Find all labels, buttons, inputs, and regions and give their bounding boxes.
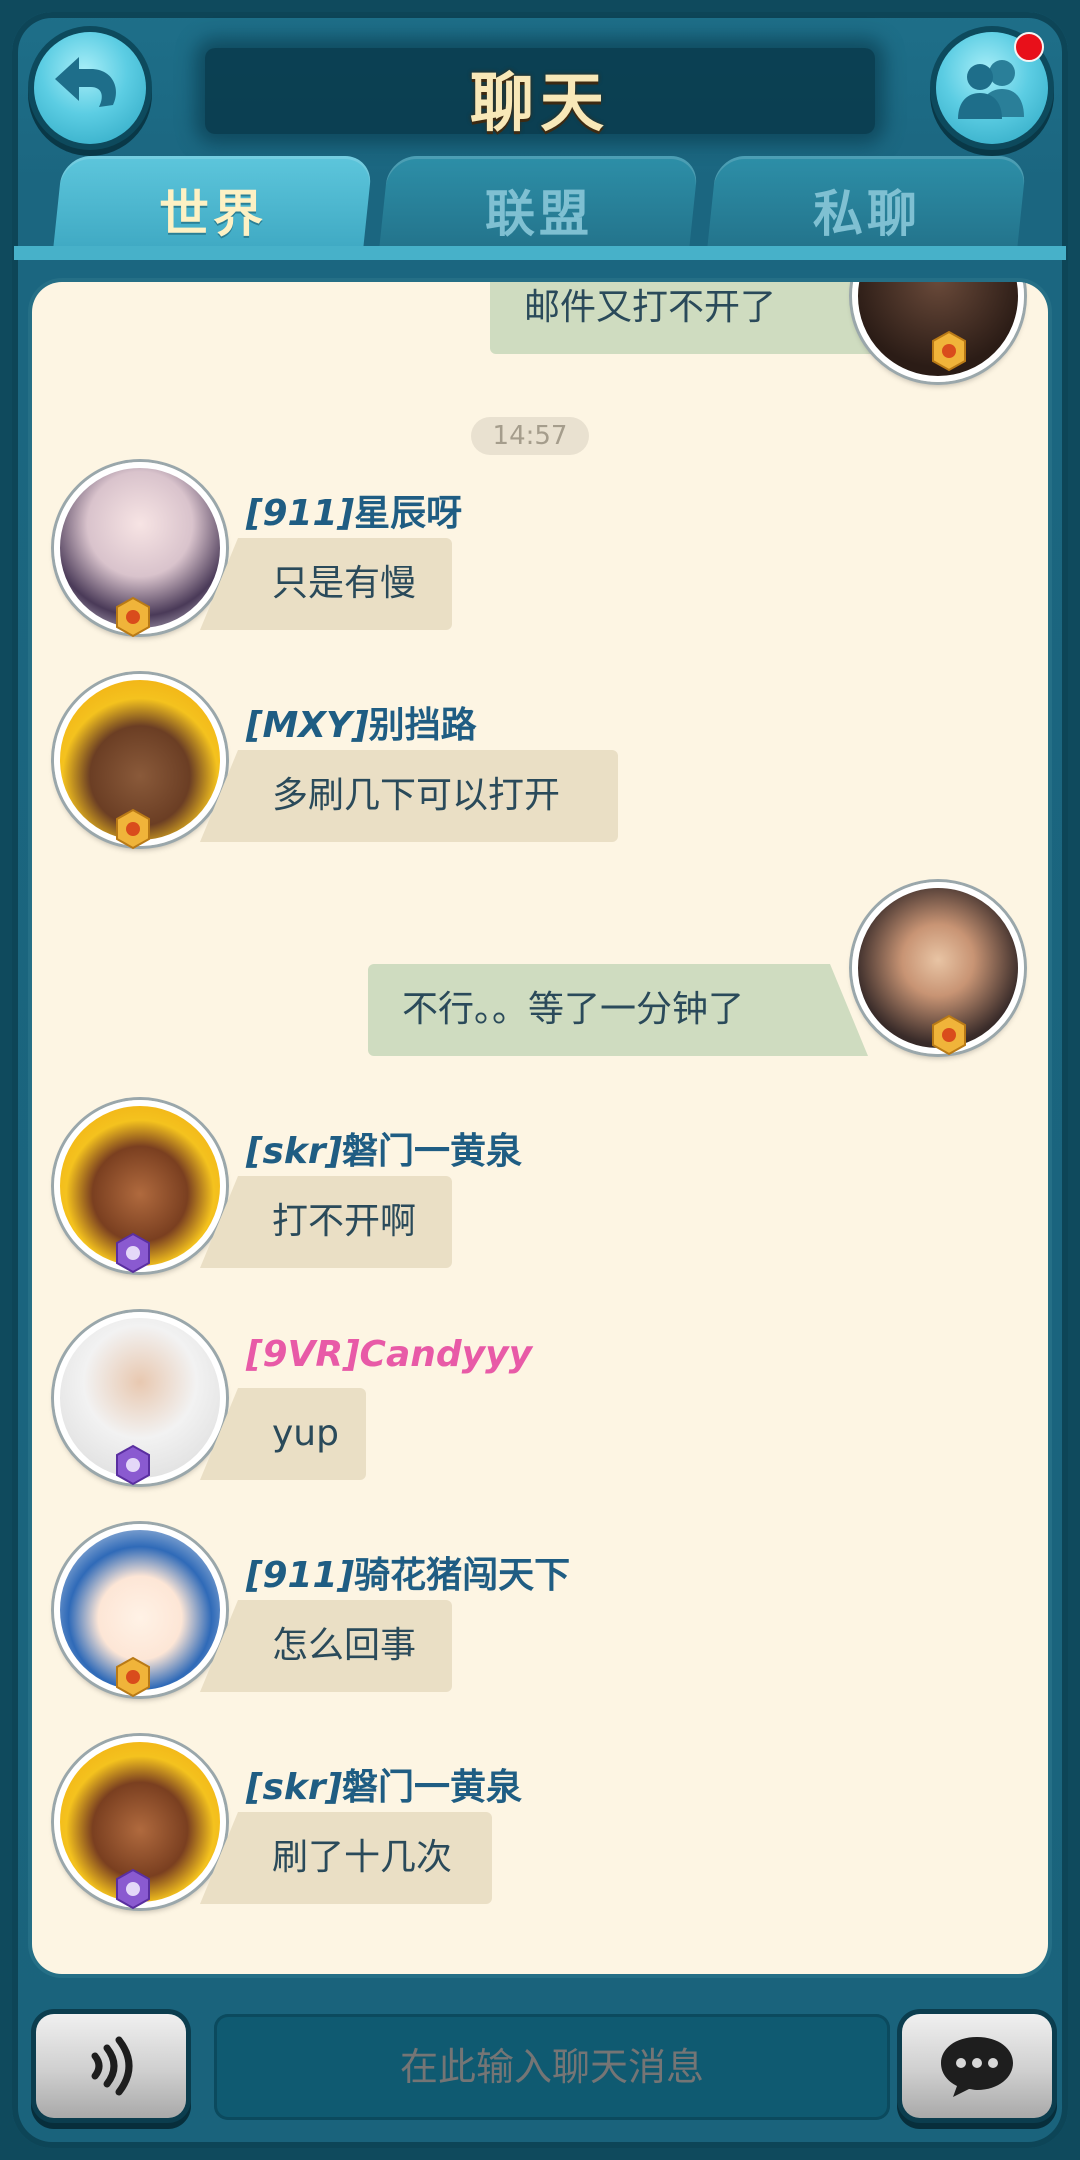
back-button[interactable]: [34, 32, 146, 144]
message-text: 多刷几下可以打开: [272, 775, 561, 816]
message-text: 邮件又打不开了: [524, 287, 777, 328]
sender-name[interactable]: [911]骑花猪闯天下: [246, 1546, 570, 1598]
gold-rank-badge-icon: [116, 596, 150, 638]
purple-rank-badge-icon: [116, 1868, 150, 1910]
outgoing-message-bubble: 邮件又打不开了: [490, 282, 900, 354]
page-title: 聊天: [470, 67, 610, 141]
gold-rank-badge-icon: [116, 808, 150, 850]
message-text: 怎么回事: [272, 1625, 417, 1666]
sender-name[interactable]: [9VR]Candyyy: [246, 1334, 532, 1375]
message-text: 不行。。等了一分钟了: [402, 989, 745, 1030]
notification-dot: [1014, 32, 1044, 62]
sender-name[interactable]: [911]星辰呀: [246, 484, 462, 536]
purple-rank-badge-icon: [116, 1232, 150, 1274]
voice-button[interactable]: [36, 2014, 186, 2118]
timestamp: 14:57: [471, 417, 589, 455]
friends-icon: [958, 60, 1024, 119]
tab-private-label: 私聊: [813, 185, 921, 243]
message-text: 刷了十几次: [272, 1837, 453, 1878]
incoming-message-bubble: yup: [200, 1388, 366, 1480]
incoming-message-bubble: 只是有慢: [200, 538, 452, 630]
chat-message-list[interactable]: 邮件又打不开了 14:57 [911]星辰呀 只是有慢 [MXY]别挡路 多刷几…: [32, 282, 1048, 1974]
gold-rank-badge-icon: [932, 330, 966, 372]
chat-input-bar: [14, 1990, 1066, 2140]
tab-alliance-label: 联盟: [485, 185, 593, 243]
outgoing-message-bubble: 不行。。等了一分钟了: [368, 964, 868, 1056]
voice-icon: [91, 2036, 133, 2096]
gold-rank-badge-icon: [932, 1014, 966, 1056]
chat-bubble-icon: [941, 2037, 1013, 2097]
incoming-message-bubble: 多刷几下可以打开: [200, 750, 618, 842]
sender-name[interactable]: [skr]磐门一黄泉: [246, 1758, 522, 1810]
incoming-message-bubble: 怎么回事: [200, 1600, 452, 1692]
back-arrow-icon: [55, 57, 117, 107]
incoming-message-bubble: 刷了十几次: [200, 1812, 492, 1904]
send-message-button[interactable]: [902, 2014, 1052, 2118]
message-text: 只是有慢: [272, 563, 417, 604]
sender-name[interactable]: [skr]磐门一黄泉: [246, 1122, 522, 1174]
sender-name[interactable]: [MXY]别挡路: [246, 696, 477, 748]
message-text: 打不开啊: [272, 1201, 417, 1242]
chat-message-input[interactable]: [214, 2014, 890, 2120]
tab-world-label: 世界: [159, 185, 267, 243]
purple-rank-badge-icon: [116, 1444, 150, 1486]
gold-rank-badge-icon: [116, 1656, 150, 1698]
incoming-message-bubble: 打不开啊: [200, 1176, 452, 1268]
chat-tabs: 世界 联盟 私聊: [14, 156, 1066, 250]
tab-underline: [14, 246, 1066, 260]
message-text: yup: [272, 1413, 339, 1454]
